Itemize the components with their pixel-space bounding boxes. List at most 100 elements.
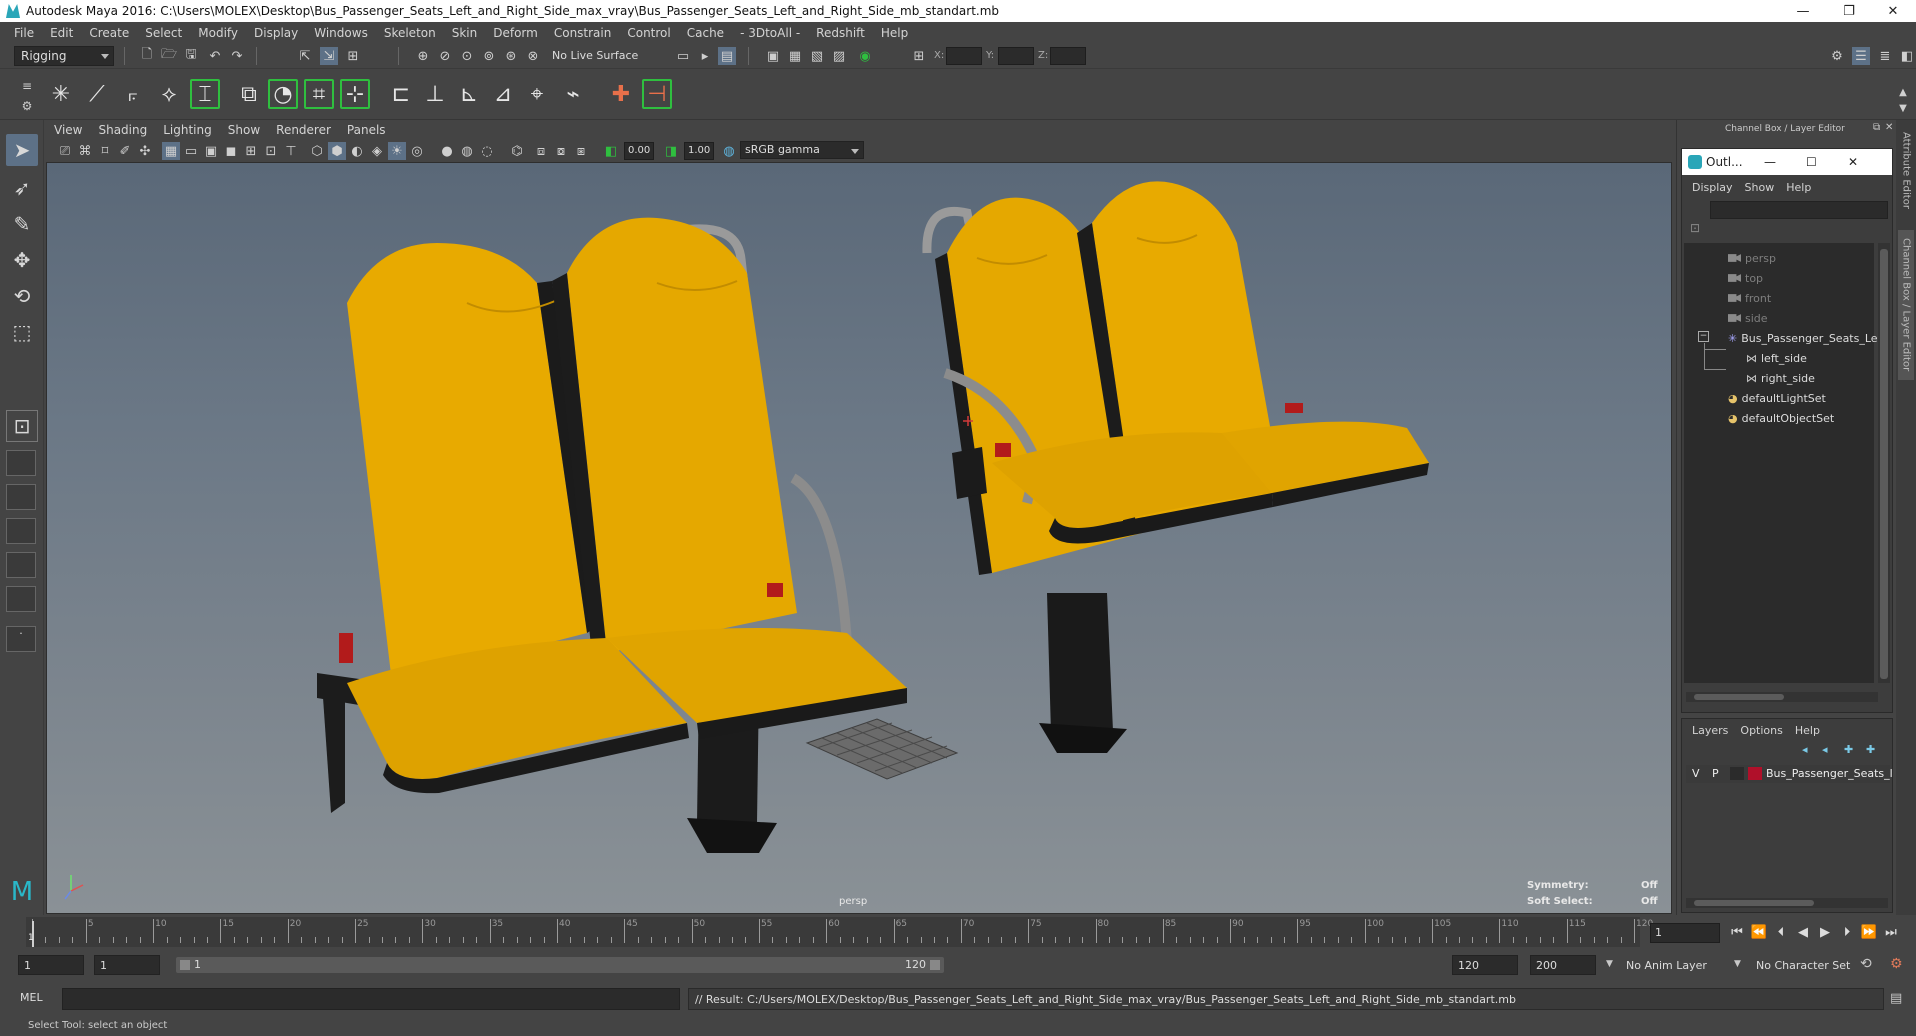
wrap-deformer-icon[interactable]: ⊹ [340,79,370,109]
close-button[interactable]: ✕ [1870,0,1916,22]
x-field[interactable] [946,47,982,65]
single-perspective-layout-icon[interactable]: ⊡ [6,410,38,442]
layer-menu-help[interactable]: Help [1789,724,1826,737]
ambient-occlusion-icon[interactable]: ● [438,142,456,160]
input-ops-icon[interactable]: ▭ [674,47,692,65]
anti-aliasing-icon[interactable]: ◌ [478,142,496,160]
ik-handle-icon[interactable]: ⟋ [82,79,112,109]
layer-playback-toggle[interactable]: P [1712,767,1719,780]
panel-menu-panels[interactable]: Panels [339,123,394,137]
field-chart-icon[interactable]: ⊞ [242,142,260,160]
range-start-handle[interactable] [180,960,190,970]
outliner-node-default-light-set[interactable]: ◕ defaultLightSet [1728,389,1826,407]
time-slider[interactable]: 5 10 15 20 25 30 35 40 45 50 55 60 65 70 75 80 85 90 95 100… [0,915,1916,949]
orient-constraint-icon[interactable]: ⊾ [454,79,484,109]
playback-end-field[interactable]: 120 [1452,955,1518,975]
panel-menu-show[interactable]: Show [220,123,268,137]
menu-set-dropdown[interactable]: Rigging [14,46,114,66]
lattice-icon[interactable]: ⌗ [304,79,334,109]
animation-start-field[interactable]: 1 [18,955,84,975]
play-forward-icon[interactable]: ▶ [1816,923,1834,941]
snap-surface-icon[interactable]: ⊛ [502,47,520,65]
snap-view-icon[interactable]: ⊚ [480,47,498,65]
snap-curve-icon[interactable]: ⊘ [436,47,454,65]
outliner-search-input[interactable] [1710,201,1888,219]
menu-skeleton[interactable]: Skeleton [376,26,444,40]
two-pane-layout-icon[interactable] [6,484,36,510]
anim-layer-dropdown[interactable]: No Anim Layer [1626,959,1707,972]
menu-edit[interactable]: Edit [42,26,81,40]
hypershade-icon[interactable]: ◉ [856,47,874,65]
exposure-icon[interactable]: ◧ [602,142,620,160]
layer-visibility-toggle[interactable]: V [1692,767,1700,780]
layer-menu-layers[interactable]: Layers [1686,724,1734,737]
go-to-start-icon[interactable]: ⏮ [1728,923,1746,941]
current-frame-field[interactable]: 1 [1650,923,1720,943]
shelf-menu-icon[interactable]: ≡ [18,77,36,95]
new-layer-selected-icon[interactable]: ✚ [1866,743,1875,756]
outliner-menu-display[interactable]: Display [1686,181,1739,194]
safe-title-icon[interactable]: ⊤ [282,142,300,160]
shadows-icon[interactable]: ◎ [408,142,426,160]
render-settings-icon[interactable]: ▨ [830,47,848,65]
outliner-menu-show[interactable]: Show [1739,181,1781,194]
layer-horizontal-scrollbar[interactable] [1686,898,1888,908]
outliner-node-front[interactable]: front [1728,289,1771,307]
script-editor-icon[interactable]: ▤ [1890,991,1902,1006]
range-bar[interactable]: 1 120 [176,957,944,973]
resolution-gate-icon[interactable]: ▣ [202,142,220,160]
outliner-node-right-side[interactable]: ⋈ right_side [1746,369,1815,387]
range-end-handle[interactable] [930,960,940,970]
parent-constraint-icon[interactable]: ⊏ [386,79,416,109]
2d-pan-zoom-icon[interactable]: ✣ [136,142,154,160]
mel-language-toggle[interactable]: MEL [20,991,43,1004]
set-driven-key-icon[interactable]: ⊣ [642,79,672,109]
gamma-field[interactable]: 1.00 [684,142,714,160]
time-ruler[interactable]: 5 10 15 20 25 30 35 40 45 50 55 60 65 70 75 80 85 90 95 100… [26,917,1653,947]
attribute-editor-tab[interactable]: Attribute Editor [1898,130,1914,210]
z-field[interactable] [1050,47,1086,65]
paint-select-tool-icon[interactable]: ✎ [6,208,38,240]
outliner-menu-help[interactable]: Help [1780,181,1817,194]
cluster-icon[interactable]: ⌶ [190,79,220,109]
xray-icon[interactable]: ⧈ [532,142,550,160]
hypershade-persp-layout-icon[interactable] [6,586,36,612]
step-back-key-icon[interactable]: ⏪ [1750,923,1768,941]
outliner-persp-layout-icon[interactable] [6,518,36,544]
rotate-tool-icon[interactable]: ⟲ [6,280,38,312]
outliner-horizontal-scrollbar[interactable] [1686,692,1878,702]
outliner-node-default-object-set[interactable]: ◕ defaultObjectSet [1728,409,1834,427]
undo-icon[interactable]: ↶ [206,47,224,65]
gamma-icon[interactable]: ◨ [662,142,680,160]
ik-spline-icon[interactable]: ⟔ [118,79,148,109]
collapse-toggle-icon[interactable]: − [1698,331,1709,342]
isolate-select-icon[interactable]: ⌬ [508,142,526,160]
layer-row[interactable]: V P Bus_Passenger_Seats_l [1686,765,1893,783]
y-field[interactable] [998,47,1034,65]
step-back-frame-icon[interactable]: ⏴ [1772,923,1790,941]
menu-windows[interactable]: Windows [306,26,376,40]
menu-select[interactable]: Select [137,26,190,40]
gate-mask-icon[interactable]: ◼ [222,142,240,160]
menu-display[interactable]: Display [246,26,306,40]
modeling-toolkit-icon[interactable]: ⚙ [1828,47,1846,65]
motion-blur-icon[interactable]: ◍ [458,142,476,160]
outliner-maximize-button[interactable]: ☐ [1806,155,1817,169]
menu-skin[interactable]: Skin [444,26,486,40]
animation-end-field[interactable]: 200 [1530,955,1596,975]
safe-action-icon[interactable]: ⊡ [262,142,280,160]
channel-box-toggle-icon[interactable]: ☰ [1852,47,1870,65]
layer-menu-options[interactable]: Options [1734,724,1788,737]
tool-settings-icon[interactable]: ◧ [1898,47,1916,65]
playback-start-field[interactable]: 1 [94,955,160,975]
pole-vector-icon[interactable]: ⌁ [558,79,588,109]
locator-icon[interactable]: ⟡ [154,79,184,109]
menu-deform[interactable]: Deform [485,26,546,40]
set-key-icon[interactable]: ✚ [606,79,636,109]
scale-tool-icon[interactable]: ⬚ [6,316,38,348]
view-transform-dropdown[interactable]: sRGB gamma [740,141,864,159]
outliner-node-top[interactable]: top [1728,269,1763,287]
grease-pencil-icon[interactable]: ✐ [116,142,134,160]
graph-persp-layout-icon[interactable] [6,552,36,578]
lasso-tool-icon[interactable]: ➶ [6,172,38,204]
